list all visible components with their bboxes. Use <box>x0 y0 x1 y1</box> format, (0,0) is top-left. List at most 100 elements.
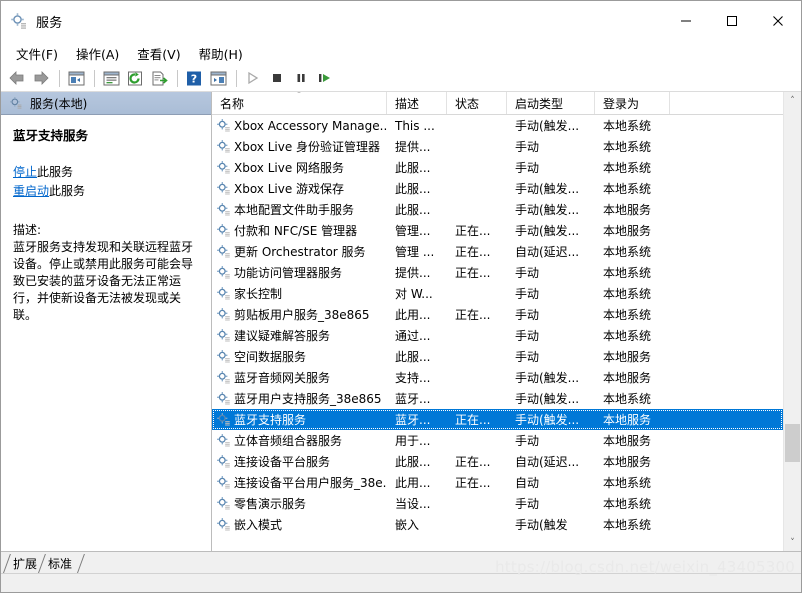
column-header-log-on-as[interactable]: 登录为 <box>595 92 670 114</box>
table-row[interactable]: 本地配置文件助手服务 此服... 手动(触发... 本地服务 <box>212 199 783 220</box>
toolbar-separator <box>94 69 95 87</box>
table-row[interactable]: 付款和 NFC/SE 管理器 管理... 正在... 手动(触发... 本地服务 <box>212 220 783 241</box>
properties-button[interactable] <box>100 67 122 89</box>
show-hide-tree-button[interactable] <box>65 67 87 89</box>
stop-service-button[interactable] <box>266 67 288 89</box>
menu-item-view[interactable]: 查看(V) <box>128 42 189 65</box>
table-row[interactable]: 连接设备平台用户服务_38e... 此用... 正在... 自动 本地系统 <box>212 472 783 493</box>
toolbar-separator <box>177 69 178 87</box>
table-row[interactable]: 剪贴板用户服务_38e865 此用... 正在... 手动 本地系统 <box>212 304 783 325</box>
service-detail-panel: 蓝牙支持服务 停止此服务 重启动此服务 描述: 蓝牙服务支持发现和关联远程蓝牙设… <box>1 115 211 324</box>
cell-log-on-as: 本地系统 <box>603 119 652 133</box>
refresh-button[interactable] <box>124 67 146 89</box>
cell-startup-type: 自动(延迟... <box>515 245 580 259</box>
service-name-label: 本地配置文件助手服务 <box>234 203 355 217</box>
tab-extended-label: 扩展 <box>13 557 38 571</box>
service-gear-icon <box>216 181 231 196</box>
column-header-startup-type[interactable]: 启动类型 <box>507 92 595 114</box>
scroll-up-button[interactable]: ˄ <box>784 92 801 109</box>
close-icon <box>773 16 783 26</box>
toolbar-separator <box>236 69 237 87</box>
service-gear-icon <box>216 391 231 406</box>
menu-item-action[interactable]: 操作(A) <box>67 42 128 65</box>
table-row[interactable]: 更新 Orchestrator 服务 管理 ... 正在... 自动(延迟... 本地系… <box>212 241 783 262</box>
table-row[interactable]: Xbox Live 游戏保存 此服... 手动(触发... 本地系统 <box>212 178 783 199</box>
column-header-name[interactable]: 名称 ˄ <box>212 92 387 114</box>
table-row[interactable]: 家长控制 对 W... 手动 本地系统 <box>212 283 783 304</box>
table-row[interactable]: 连接设备平台服务 此服... 正在... 自动(延迟... 本地服务 <box>212 451 783 472</box>
show-action-pane-button[interactable] <box>207 67 229 89</box>
minimize-button[interactable] <box>663 1 709 41</box>
restart-service-link[interactable]: 重启动 <box>13 184 49 198</box>
window-title: 服务 <box>36 15 63 31</box>
cell-log-on-as: 本地系统 <box>603 308 652 322</box>
scroll-down-button[interactable]: ˅ <box>784 534 801 551</box>
cell-log-on-as: 本地服务 <box>603 203 652 217</box>
export-list-button[interactable] <box>148 67 170 89</box>
forward-button[interactable] <box>30 67 52 89</box>
cell-description: 此用... <box>395 476 431 490</box>
tab-standard[interactable]: 标准 <box>38 554 79 573</box>
service-name-label: Xbox Live 网络服务 <box>234 161 345 175</box>
close-button[interactable] <box>755 1 801 41</box>
right-pane: 名称 ˄ 描述 状态 启动类型 登录为 Xbox Accessory Manag… <box>212 92 801 551</box>
column-header-status[interactable]: 状态 <box>447 92 507 114</box>
table-row[interactable]: Xbox Live 身份验证管理器 提供... 手动 本地系统 <box>212 136 783 157</box>
start-service-button[interactable] <box>242 67 264 89</box>
table-row[interactable]: 空间数据服务 此服... 手动 本地服务 <box>212 346 783 367</box>
service-name-label: 剪贴板用户服务_38e865 <box>234 308 370 322</box>
service-gear-icon <box>216 349 231 364</box>
description-label: 描述: <box>13 223 42 237</box>
cell-status: 正在... <box>455 413 491 427</box>
cell-description: 蓝牙... <box>395 392 431 406</box>
cell-startup-type: 手动(触发... <box>515 413 580 427</box>
cell-service-name: 立体音频组合器服务 <box>212 432 387 449</box>
maximize-button[interactable] <box>709 1 755 41</box>
table-row[interactable]: 立体音频组合器服务 用于... 手动 本地服务 <box>212 430 783 451</box>
cell-service-name: Xbox Accessory Manage... <box>212 118 387 133</box>
cell-startup-type: 手动 <box>515 161 540 175</box>
cell-service-name: 家长控制 <box>212 285 387 302</box>
cell-description: 支持... <box>395 371 431 385</box>
column-header-description[interactable]: 描述 <box>387 92 447 114</box>
cell-log-on-as: 本地服务 <box>603 224 652 238</box>
properties-icon <box>103 71 119 85</box>
stop-service-suffix: 此服务 <box>37 165 74 179</box>
back-icon <box>9 71 24 85</box>
back-button[interactable] <box>6 67 28 89</box>
service-gear-icon <box>216 475 231 490</box>
table-row[interactable]: 嵌入模式 嵌入 手动(触发 本地系统 <box>212 514 783 535</box>
cell-status: 正在... <box>455 308 491 322</box>
pause-service-button[interactable] <box>290 67 312 89</box>
menu-item-help[interactable]: 帮助(H) <box>190 42 252 65</box>
service-name-label: 蓝牙用户支持服务_38e865 <box>234 392 382 406</box>
table-row[interactable]: Xbox Accessory Manage... This ... 手动(触发...… <box>212 115 783 136</box>
table-row[interactable]: 功能访问管理器服务 提供... 正在... 手动 本地系统 <box>212 262 783 283</box>
scrollbar-track[interactable] <box>784 109 801 534</box>
toolbar: ? <box>1 65 801 92</box>
column-header-description-label: 描述 <box>395 96 420 111</box>
cell-log-on-as: 本地系统 <box>603 245 652 259</box>
service-gear-icon <box>216 454 231 469</box>
table-row[interactable]: Xbox Live 网络服务 此服... 手动 本地系统 <box>212 157 783 178</box>
scrollbar-thumb[interactable] <box>785 423 800 462</box>
cell-log-on-as: 本地系统 <box>603 518 652 532</box>
cell-service-name: 付款和 NFC/SE 管理器 <box>212 222 387 239</box>
vertical-scrollbar[interactable]: ˄ ˅ <box>783 92 801 551</box>
table-row[interactable]: 蓝牙音频网关服务 支持... 手动(触发... 本地服务 <box>212 367 783 388</box>
help-button[interactable]: ? <box>183 67 205 89</box>
cell-service-name: 剪贴板用户服务_38e865 <box>212 306 387 323</box>
restart-service-button[interactable] <box>314 67 336 89</box>
cell-startup-type: 自动 <box>515 476 540 490</box>
table-row[interactable]: 蓝牙用户支持服务_38e865 蓝牙... 手动(触发... 本地系统 <box>212 388 783 409</box>
table-row[interactable]: 零售演示服务 当设... 手动 本地系统 <box>212 493 783 514</box>
table-row[interactable]: 建议疑难解答服务 通过... 手动 本地系统 <box>212 325 783 346</box>
menu-item-file[interactable]: 文件(F) <box>7 42 67 65</box>
stop-service-link[interactable]: 停止 <box>13 165 37 179</box>
cell-service-name: 空间数据服务 <box>212 348 387 365</box>
table-row[interactable]: 蓝牙支持服务 蓝牙... 正在... 手动(触发... 本地服务 <box>212 409 783 430</box>
cell-service-name: 嵌入模式 <box>212 516 387 533</box>
svg-text:?: ? <box>191 72 197 85</box>
tab-extended[interactable]: 扩展 <box>3 554 44 573</box>
cell-status: 正在... <box>455 224 491 238</box>
